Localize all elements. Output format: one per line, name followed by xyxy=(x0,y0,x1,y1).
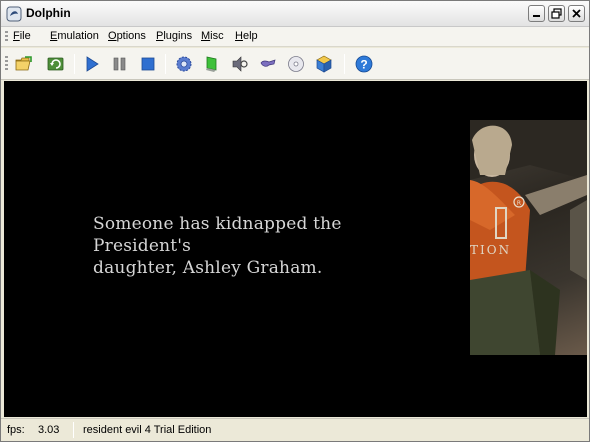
toolbar-separator xyxy=(344,54,345,74)
cube-icon xyxy=(316,55,332,73)
subtitle-line-1: Someone has kidnapped the President's xyxy=(93,214,342,256)
menu-misc-label: isc xyxy=(210,30,224,42)
toolbar-separator xyxy=(74,54,75,74)
graphics-button[interactable] xyxy=(201,53,223,75)
toolbar-separator xyxy=(165,54,166,74)
subtitle-line-2: daughter, Ashley Graham. xyxy=(93,258,323,278)
game-title-status: resident evil 4 Trial Edition xyxy=(83,424,212,436)
folder-open-icon xyxy=(15,56,32,71)
menu-help[interactable]: Help xyxy=(235,30,258,42)
play-icon xyxy=(86,56,99,72)
game-cover-art: R TION xyxy=(470,120,587,355)
help-icon: ? xyxy=(355,55,373,73)
game-subtitle: Someone has kidnapped the President's da… xyxy=(93,213,433,279)
status-separator xyxy=(73,422,74,438)
audio-button[interactable] xyxy=(229,53,251,75)
menu-options-label: ptions xyxy=(116,30,146,42)
plugins-button[interactable] xyxy=(313,53,335,75)
minimize-icon xyxy=(533,15,540,17)
title-bar[interactable]: Dolphin xyxy=(1,1,589,27)
game-logo-text: TION xyxy=(470,243,512,257)
wiimote-button[interactable] xyxy=(285,53,307,75)
menu-emulation-label: mulation xyxy=(57,30,99,42)
gamepad-icon xyxy=(260,59,276,67)
open-button[interactable] xyxy=(13,53,35,75)
fps-label: fps: xyxy=(7,424,25,436)
pause-button[interactable] xyxy=(109,53,131,75)
monitor-icon xyxy=(206,56,217,72)
menu-emulation[interactable]: Emulation xyxy=(50,30,99,42)
restore-button[interactable] xyxy=(548,5,565,22)
gear-icon xyxy=(176,56,192,72)
menu-plugins-label: lugins xyxy=(163,30,193,42)
fps-value: 3.03 xyxy=(38,424,60,436)
config-button[interactable] xyxy=(173,53,195,75)
minimize-button[interactable] xyxy=(528,5,545,22)
menu-file-accesskey: F xyxy=(13,30,20,42)
close-icon xyxy=(572,9,581,18)
svg-text:?: ? xyxy=(360,58,367,72)
menu-misc-accesskey: M xyxy=(201,30,211,42)
toolbar-grip[interactable] xyxy=(5,56,8,72)
refresh-icon xyxy=(47,57,64,71)
restore-icon xyxy=(551,8,562,19)
close-button[interactable] xyxy=(568,5,585,22)
svg-text:R: R xyxy=(517,200,521,207)
render-viewport[interactable]: Someone has kidnapped the President's da… xyxy=(4,81,587,417)
disc-icon xyxy=(288,56,304,72)
cover-art-figure: R xyxy=(470,120,587,355)
dolphin-window: Dolphin File Emulation Options Plugins M… xyxy=(0,0,590,442)
menu-misc[interactable]: Misc xyxy=(201,30,224,42)
menu-options-accesskey: O xyxy=(108,30,117,42)
stop-icon xyxy=(141,57,155,71)
stop-button[interactable] xyxy=(137,53,159,75)
status-bar: fps: 3.03 resident evil 4 Trial Edition xyxy=(1,418,589,441)
speaker-icon xyxy=(232,56,248,72)
window-title: Dolphin xyxy=(26,6,71,20)
menu-bar: File Emulation Options Plugins Misc Help xyxy=(1,27,589,47)
menubar-grip[interactable] xyxy=(5,31,8,43)
menu-help-label: elp xyxy=(242,30,258,42)
pause-icon xyxy=(113,57,126,71)
refresh-button[interactable] xyxy=(45,53,67,75)
menu-help-accesskey: H xyxy=(235,30,243,42)
menu-plugins[interactable]: Plugins xyxy=(156,30,192,42)
toolbar: ? xyxy=(1,48,589,80)
menu-file[interactable]: File xyxy=(13,30,31,42)
menu-file-label: ile xyxy=(19,30,31,42)
play-button[interactable] xyxy=(81,53,103,75)
help-button[interactable]: ? xyxy=(353,53,375,75)
menu-options[interactable]: Options xyxy=(108,30,146,42)
dolphin-app-icon xyxy=(6,6,22,22)
pad-button[interactable] xyxy=(257,53,279,75)
